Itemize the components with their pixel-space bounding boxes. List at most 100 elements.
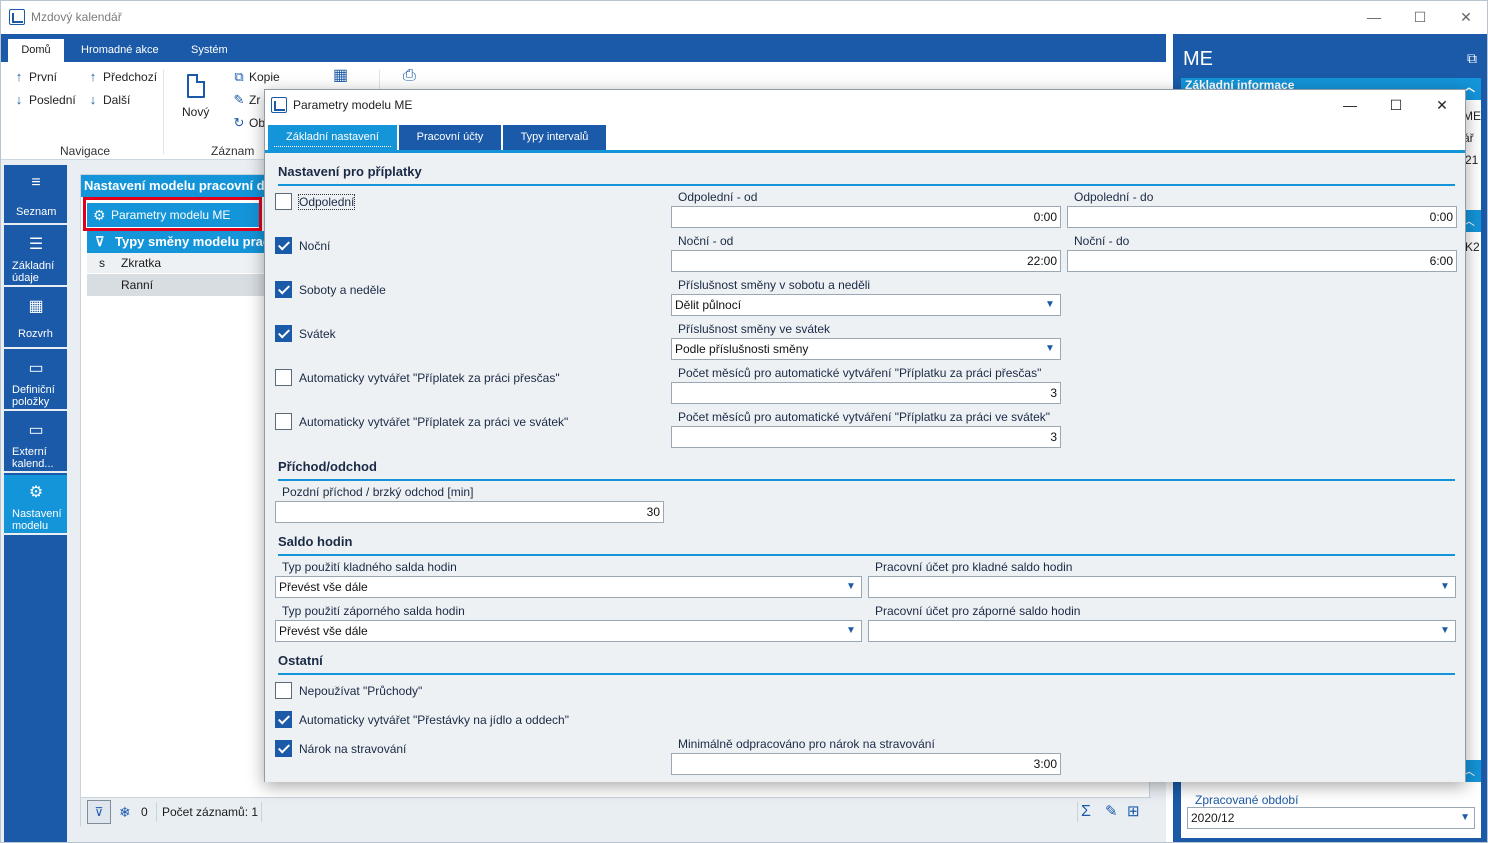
dialog-minimize-button[interactable]: — [1327,90,1373,120]
maximize-button[interactable]: ☐ [1397,1,1443,33]
section-saldo-hodin: Saldo hodin [278,532,1455,556]
checkbox-auto-svatek[interactable] [275,413,292,430]
tab-pracovni-ucty[interactable]: Pracovní účty [399,125,502,150]
field-label: Příslušnost směny ve svátek [678,322,831,336]
print-icon[interactable]: ⎙ [403,68,419,84]
chevron-down-icon: ▼ [1045,299,1055,310]
field-label: Počet měsíců pro automatické vytváření "… [678,410,1051,424]
field-label: Typ použití záporného salda hodin [282,604,465,618]
checkbox-narok-stravovani[interactable] [275,740,292,757]
sidenav-item-seznam[interactable]: ≡ Seznam [4,165,67,225]
dialog-tabs: Základní nastavení Pracovní účty Typy in… [265,120,1465,150]
table-icon[interactable]: ▦ [333,68,349,84]
next-button[interactable]: ↓ Další [87,93,131,107]
period-select[interactable]: 2020/12 ▼ [1187,807,1475,829]
checkbox-nepouzivat-pruchody[interactable] [275,682,292,699]
section-priplatky: Nastavení pro příplatky [278,162,1455,186]
arrow-down-bar-icon: ↓ [15,92,23,107]
column-header-s[interactable]: s [99,253,105,273]
dialog-close-button[interactable]: ✕ [1419,90,1465,120]
checkbox-auto-prescas[interactable] [275,369,292,386]
checkbox-label: Nárok na stravování [299,742,407,756]
checkbox-label: Automaticky vytvářet "Přestávky na jídlo… [299,713,569,727]
checkbox-label: Nepoužívat "Průchody" [299,684,423,698]
edit-icon[interactable]: ✎ [1105,798,1118,826]
ucet-zaporne-select[interactable]: ▼ [868,620,1456,642]
calendar-icon: ▦ [28,298,44,315]
ribbon-tabs: Domů Hromadné akce Systém [1,34,1166,62]
popout-icon[interactable]: ⧉ [1467,50,1477,67]
gear-icon: ⚙ [28,484,44,501]
list-icon: ☰ [28,236,44,253]
dialog-titlebar: Parametry modelu ME — ☐ ✕ [265,90,1465,120]
column-header-zkratka[interactable]: Zkratka [121,253,161,273]
filter-icon: ⊽ [95,234,105,249]
window-controls: — ☐ ✕ [1351,1,1487,33]
window-title: Mzdový kalendář [31,10,122,24]
nocni-do-field[interactable]: 6:00 [1067,250,1457,272]
app-window: Mzdový kalendář — ☐ ✕ Domů Hromadné akce… [0,0,1488,843]
min-stravovani-field[interactable]: 3:00 [671,753,1061,775]
copy-button[interactable]: ⧉ Kopie [233,70,279,84]
frozen-count: 0 [141,805,148,819]
tab-zakladni-nastaveni[interactable]: Základní nastavení [268,125,398,150]
dialog-maximize-button[interactable]: ☐ [1373,90,1419,120]
minimize-button[interactable]: — [1351,1,1397,33]
checkbox-soboty-nedele[interactable] [275,281,292,298]
export-icon[interactable]: ⊞ [1127,798,1140,826]
checkbox-auto-prestavky[interactable] [275,711,292,728]
checkbox-svatek[interactable] [275,325,292,342]
ucet-kladne-select[interactable]: ▼ [868,576,1456,598]
list-icon: ≡ [31,174,41,191]
tab-hromadne-akce[interactable]: Hromadné akce [71,39,169,62]
pencil-icon: ✎ [233,92,245,107]
snowflake-icon[interactable]: ❄ [119,798,131,826]
sum-icon[interactable]: Σ [1081,798,1091,826]
previous-button[interactable]: ↑ Předchozí [87,70,157,84]
filter-toggle-icon[interactable]: ⊽ [87,800,111,824]
chevron-down-icon: ▼ [1460,812,1470,823]
field-label: Noční - od [678,234,734,248]
change-button[interactable]: ✎ Zr [233,92,261,107]
last-button[interactable]: ↓ Poslední [13,93,76,107]
sidenav-item-definicni-polozky[interactable]: ▭ Definiční položky [4,351,67,411]
field-label: Pozdní příchod / brzký odchod [min] [282,485,474,499]
first-button[interactable]: ↑ První [13,70,57,84]
prislusnost-svatek-select[interactable]: Podle příslušnosti směny ▼ [671,338,1061,360]
mesice-svatek-field[interactable]: 3 [671,426,1061,448]
tab-domu[interactable]: Domů [8,39,64,62]
box-icon: ▭ [28,422,44,439]
tab-typy-intervalu[interactable]: Typy intervalů [503,125,607,150]
nocni-od-field[interactable]: 22:00 [671,250,1061,272]
refresh-button[interactable]: ↻ Ob [233,116,265,130]
sidenav-item-zakladni-udaje[interactable]: ☰ Základní údaje [4,227,67,287]
checkbox-label: Automaticky vytvářet "Příplatek za práci… [299,415,569,429]
arrow-up-icon: ↑ [89,69,97,84]
footer-separator [261,802,262,822]
section-ostatni: Ostatní [278,651,1455,675]
sidenav-item-nastaveni-modelu[interactable]: ⚙ Nastavení modelu [4,475,67,535]
odpoledni-od-field[interactable]: 0:00 [671,206,1061,228]
new-document-icon [187,74,205,98]
right-panel-title: ME [1183,48,1213,70]
close-button[interactable]: ✕ [1443,1,1487,33]
pozdni-prichod-field[interactable]: 30 [275,501,664,523]
right-panel-text: 21 [1465,153,1479,167]
field-label: Minimálně odpracováno pro nárok na strav… [678,737,935,751]
record-count: Počet záznamů: 1 [162,805,259,819]
new-button[interactable]: Nový [182,105,209,119]
tab-system[interactable]: Systém [181,39,238,62]
checkbox-nocni[interactable] [275,237,292,254]
typ-kladne-select[interactable]: Převést vše dále ▼ [275,576,862,598]
dialog-title: Parametry modelu ME [293,98,413,112]
sidenav-item-externi-kalendare[interactable]: ▭ Externí kalend... [4,413,67,473]
arrow-up-bar-icon: ↑ [15,69,23,84]
sidenav-item-rozvrh[interactable]: ▦ Rozvrh [4,289,67,349]
odpoledni-do-field[interactable]: 0:00 [1067,206,1457,228]
parameters-dialog: Parametry modelu ME — ☐ ✕ Základní nasta… [264,89,1466,782]
field-label: Pracovní účet pro kladné saldo hodin [875,560,1073,574]
prislusnost-sobota-select[interactable]: Dělit půlnocí ▼ [671,294,1061,316]
typ-zaporne-select[interactable]: Převést vše dále ▼ [275,620,862,642]
mesice-prescas-field[interactable]: 3 [671,382,1061,404]
checkbox-odpoledni[interactable] [275,193,292,210]
